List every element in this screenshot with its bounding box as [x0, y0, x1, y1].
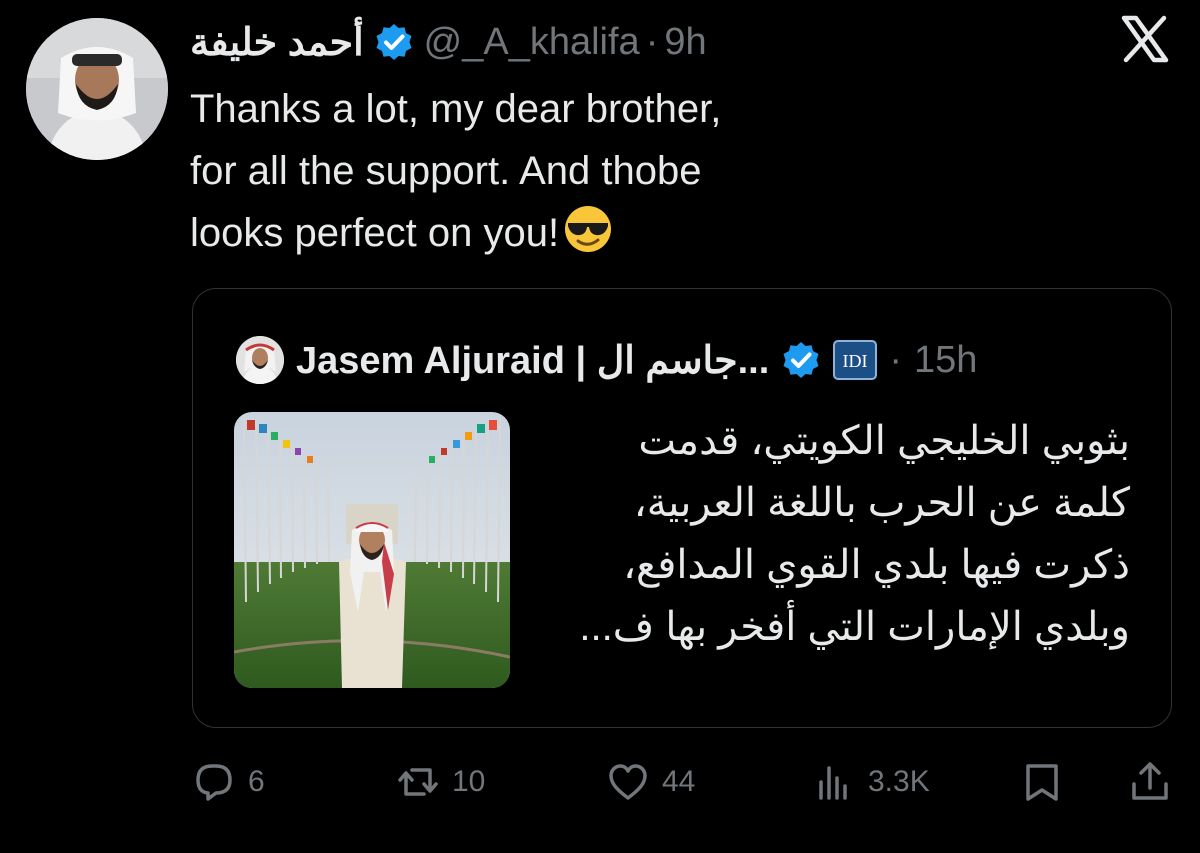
quoted-separator-dot: ·	[889, 338, 902, 381]
verified-badge-icon	[374, 22, 414, 62]
tweet-text: Thanks a lot, my dear brother, for all t…	[190, 78, 890, 264]
heart-icon	[609, 764, 647, 800]
reply-button[interactable]: 6	[192, 754, 265, 810]
tweet-text-line: Thanks a lot, my dear brother,	[190, 87, 722, 131]
author-name[interactable]: أحمد خليفة	[190, 20, 364, 65]
bookmark-button[interactable]	[1020, 754, 1064, 810]
author-handle[interactable]: @_A_khalifa	[424, 21, 640, 64]
quoted-text-line: ذكرت فيها بلدي القوي المدافع،	[623, 543, 1130, 587]
verified-badge-icon	[781, 340, 821, 380]
tweet-header: أحمد خليفة @_A_khalifa · 9h	[190, 12, 707, 72]
repost-button[interactable]: 10	[396, 754, 485, 810]
quoted-text-line: وبلدي الإمارات التي أفخر بها ف...	[579, 605, 1130, 649]
tweet-text-line: for all the support. And thobe	[190, 149, 702, 193]
like-button[interactable]: 44	[606, 754, 695, 810]
quoted-tweet-text: بثوبي الخليجي الكويتي، قدمت كلمة عن الحر…	[530, 410, 1130, 658]
tweet-time[interactable]: 9h	[664, 21, 706, 64]
quoted-tweet-header: Jasem Aljuraid | جاسم ال... IDI · 15h	[236, 330, 977, 390]
affiliation-badge-icon[interactable]: IDI	[833, 340, 878, 380]
share-button[interactable]	[1128, 754, 1172, 810]
views-button[interactable]: 3.3K	[812, 754, 930, 810]
quoted-text-line: بثوبي الخليجي الكويتي، قدمت	[638, 419, 1130, 463]
share-icon	[1132, 762, 1168, 800]
reply-count: 6	[248, 765, 265, 798]
quoted-author-name[interactable]: Jasem Aljuraid | جاسم ال...	[296, 338, 769, 383]
quoted-tweet-time[interactable]: 15h	[914, 339, 977, 382]
bookmark-icon	[1026, 764, 1058, 801]
tweet-text-line: looks perfect on you!	[190, 211, 560, 255]
tweet-text-line: looks perfect on you!	[190, 202, 890, 264]
like-count: 44	[662, 765, 696, 798]
quoted-text-line: كلمة عن الحرب باللغة العربية،	[633, 481, 1130, 525]
views-chart-icon	[819, 766, 847, 800]
separator-dot: ·	[645, 20, 659, 63]
repost-count: 10	[452, 765, 486, 798]
x-logo-icon[interactable]	[1120, 14, 1170, 64]
affiliation-badge-text: IDI	[843, 351, 868, 371]
quoted-author-avatar[interactable]	[236, 336, 284, 384]
reply-icon	[196, 764, 232, 801]
author-avatar[interactable]	[26, 18, 168, 160]
views-count: 3.3K	[868, 765, 930, 798]
repost-icon	[398, 768, 438, 796]
quoted-tweet-photo[interactable]	[234, 412, 510, 688]
sunglasses-emoji-icon	[563, 204, 613, 254]
